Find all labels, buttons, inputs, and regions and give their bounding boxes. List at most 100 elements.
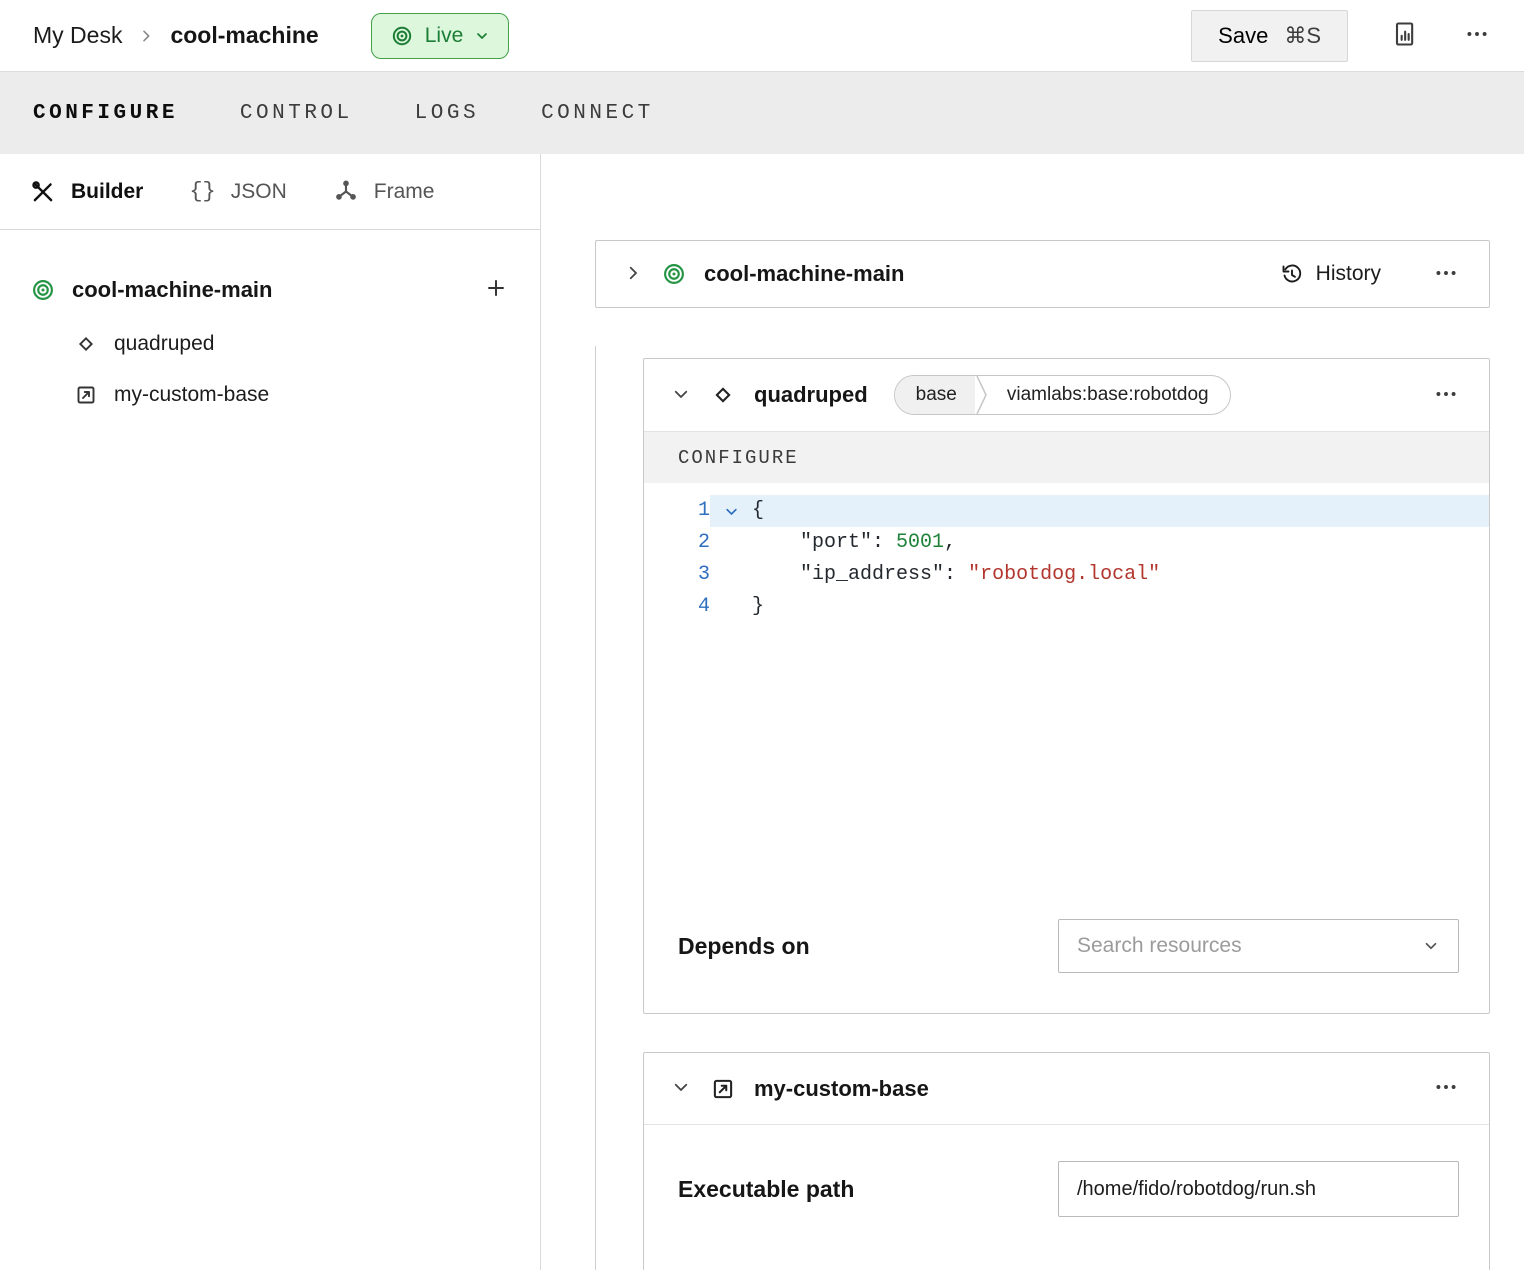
history-clock-icon xyxy=(1280,262,1304,286)
breadcrumb-current: cool-machine xyxy=(170,22,318,49)
module-icon xyxy=(74,383,98,407)
ellipsis-icon xyxy=(1433,260,1459,286)
line-number: 4 xyxy=(644,591,710,623)
view-frame-label: Frame xyxy=(374,180,435,204)
machine-card-actions: History xyxy=(1274,256,1463,293)
ellipsis-icon xyxy=(1433,381,1459,407)
plus-icon xyxy=(484,276,508,300)
code-line: 1 { xyxy=(644,495,1489,527)
history-button[interactable]: History xyxy=(1274,261,1387,287)
configure-section-label: CONFIGURE xyxy=(678,447,799,469)
view-frame[interactable]: Frame xyxy=(333,179,435,205)
component-type-badge: base xyxy=(895,376,975,414)
config-content: cool-machine-main History xyxy=(541,154,1524,1270)
component-type-model-badge: base viamlabs:base:robotdog xyxy=(894,375,1231,415)
live-status-label: Live xyxy=(425,24,464,48)
badge-divider-icon xyxy=(975,375,989,415)
braces-icon: {} xyxy=(189,179,215,204)
code-line: 2 "port": 5001, xyxy=(644,527,1489,559)
save-shortcut: ⌘S xyxy=(1284,23,1321,49)
machine-report-button[interactable] xyxy=(1386,16,1422,55)
tree-item-quadruped[interactable]: quadruped xyxy=(30,332,510,356)
machine-tab-bar: CONFIGURE CONTROL LOGS CONNECT xyxy=(0,72,1524,154)
code-line: 4 } xyxy=(644,591,1489,623)
live-signal-icon xyxy=(390,24,414,48)
save-button[interactable]: Save ⌘S xyxy=(1191,10,1348,62)
machine-card-more-button[interactable] xyxy=(1429,256,1463,293)
tab-control[interactable]: CONTROL xyxy=(240,102,353,125)
my-custom-base-card: my-custom-base Executable path xyxy=(643,1052,1490,1270)
depends-on-select[interactable]: Search resources xyxy=(1058,919,1459,973)
line-number: 1 xyxy=(644,495,710,527)
collapse-card-button[interactable] xyxy=(670,383,692,408)
code-text: "ip_address": "robotdog.local" xyxy=(752,559,1489,591)
main-layout: Builder {} JSON Frame cool-machine-main xyxy=(0,154,1524,1270)
breadcrumb: My Desk cool-machine xyxy=(33,22,319,49)
machine-part-title: cool-machine-main xyxy=(704,261,904,287)
machine-part-icon xyxy=(30,277,56,303)
file-report-icon xyxy=(1390,20,1418,48)
configure-section-bar: CONFIGURE xyxy=(644,431,1489,483)
history-label: History xyxy=(1316,262,1381,286)
chevron-right-icon xyxy=(624,264,642,282)
expand-card-button[interactable] xyxy=(622,262,644,287)
my-custom-base-body: Executable path xyxy=(644,1125,1489,1270)
component-more-button[interactable] xyxy=(1429,377,1463,414)
chevron-down-icon xyxy=(1422,937,1440,955)
view-builder[interactable]: Builder xyxy=(30,179,143,205)
part-resources: quadruped base viamlabs:base:robotdog xyxy=(595,358,1490,1270)
save-button-label: Save xyxy=(1218,23,1268,49)
code-line: 3 "ip_address": "robotdog.local" xyxy=(644,559,1489,591)
executable-path-input[interactable] xyxy=(1058,1161,1459,1217)
tools-icon xyxy=(30,179,56,205)
tree-item-machine-main[interactable]: cool-machine-main xyxy=(30,274,510,305)
breadcrumb-root[interactable]: My Desk xyxy=(33,22,122,49)
depends-on-label: Depends on xyxy=(678,933,810,960)
module-title: my-custom-base xyxy=(754,1076,929,1102)
machine-part-card: cool-machine-main History xyxy=(595,240,1490,308)
diamond-icon xyxy=(710,382,736,408)
module-more-button[interactable] xyxy=(1429,1070,1463,1107)
top-bar-actions: Save ⌘S xyxy=(1191,10,1494,62)
top-bar: My Desk cool-machine Live Save ⌘S xyxy=(0,0,1524,72)
tree-item-my-custom-base[interactable]: my-custom-base xyxy=(30,383,510,407)
fold-toggle[interactable] xyxy=(710,495,752,527)
quadruped-card: quadruped base viamlabs:base:robotdog xyxy=(643,358,1490,1014)
code-text: { xyxy=(752,495,1489,527)
tab-configure[interactable]: CONFIGURE xyxy=(33,102,178,125)
tab-connect[interactable]: CONNECT xyxy=(541,102,654,125)
top-more-menu-button[interactable] xyxy=(1460,17,1494,54)
view-builder-label: Builder xyxy=(71,180,143,204)
chevron-down-icon xyxy=(672,385,690,403)
component-title: quadruped xyxy=(754,382,868,408)
ellipsis-icon xyxy=(1433,1074,1459,1100)
collapse-card-button[interactable] xyxy=(670,1076,692,1101)
line-number: 3 xyxy=(644,559,710,591)
depends-on-row: Depends on Search resources xyxy=(644,919,1489,1013)
tab-logs[interactable]: LOGS xyxy=(415,102,479,125)
executable-path-row: Executable path xyxy=(678,1161,1459,1217)
machine-part-icon xyxy=(661,261,687,287)
tree-item-label: my-custom-base xyxy=(114,383,269,407)
chevron-down-icon xyxy=(474,28,490,44)
executable-path-label: Executable path xyxy=(678,1176,854,1203)
code-text: "port": 5001, xyxy=(752,527,1489,559)
sidebar: Builder {} JSON Frame cool-machine-main xyxy=(0,154,541,1270)
quadruped-card-header: quadruped base viamlabs:base:robotdog xyxy=(644,359,1489,431)
my-custom-base-card-header: my-custom-base xyxy=(644,1053,1489,1125)
depends-on-placeholder: Search resources xyxy=(1077,934,1422,958)
machine-status-dropdown[interactable]: Live xyxy=(371,13,510,59)
module-icon xyxy=(710,1076,736,1102)
breadcrumb-chevron-icon xyxy=(138,28,154,44)
json-attributes-editor[interactable]: 1 { 2 "port": 5001, 3 xyxy=(644,483,1489,919)
axes-icon xyxy=(333,179,359,205)
ellipsis-icon xyxy=(1464,21,1490,47)
view-json[interactable]: {} JSON xyxy=(189,179,286,204)
config-view-switcher: Builder {} JSON Frame xyxy=(0,154,540,230)
component-model-badge: viamlabs:base:robotdog xyxy=(989,376,1230,414)
chevron-down-icon xyxy=(672,1078,690,1096)
add-resource-button[interactable] xyxy=(482,274,510,305)
diamond-icon xyxy=(74,332,98,356)
resource-tree: cool-machine-main quadruped my-custom-ba… xyxy=(0,230,540,407)
tree-item-label: cool-machine-main xyxy=(72,277,272,303)
